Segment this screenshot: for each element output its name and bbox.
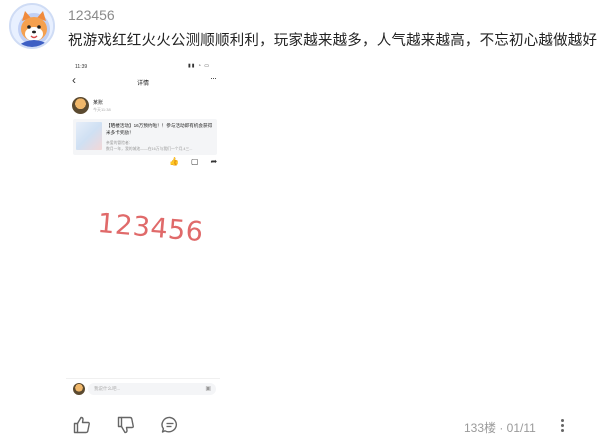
screenshot-actions: 👍 ▢ ➦ — [169, 158, 217, 166]
screenshot-input-placeholder: 我说什么吧... — [94, 386, 121, 391]
more-vertical-icon[interactable] — [557, 415, 567, 435]
screenshot-status-icons: ▮▮ ◔ ▭ — [187, 63, 210, 69]
dislike-button[interactable] — [115, 414, 137, 436]
kebab-dot — [560, 423, 564, 427]
screenshot-image-icon: ▣ — [205, 386, 211, 392]
like-button[interactable] — [71, 414, 93, 436]
kebab-dot — [560, 428, 564, 432]
attached-screenshot[interactable]: 11:39 ▮▮ ◔ ▭ ‹ 详情 ··· 某账 今天11:38 【晒楼活动】1… — [66, 58, 220, 398]
post-text: 祝游戏红红火火公测顺顺利利，玩家越来越多，人气越来越高，不忘初心越做越好 — [68, 33, 598, 49]
screenshot-link-card: 【晒楼活动】16万预约啦！！参与活动即有机会获得米多卡奖励！ 亲爱的冒险者： 数… — [73, 119, 217, 155]
screenshot-author-avatar — [72, 97, 89, 114]
screenshot-share-icon: ➦ — [210, 157, 218, 166]
comment-icon — [161, 416, 178, 433]
screenshot-input-bar: 我说什么吧... ▣ — [66, 378, 220, 398]
screenshot-input: 我说什么吧... ▣ — [88, 383, 216, 395]
floor-label: 133楼 · 01/11 — [464, 421, 536, 435]
screenshot-comment-icon: ▢ — [190, 157, 199, 166]
screenshot-card-title: 【晒楼活动】16万预约啦！！参与活动即有机会获得米多卡奖励！ — [106, 123, 213, 135]
screenshot-card-thumbnail — [76, 122, 102, 150]
thumbs-up-icon — [73, 416, 90, 434]
screenshot-watermark: 123456 — [96, 208, 205, 249]
screenshot-author-name: 某账 — [93, 100, 104, 106]
screenshot-title: 详情 — [136, 81, 149, 87]
comment-button[interactable] — [159, 414, 181, 436]
screenshot-like-icon: 👍 — [169, 157, 179, 166]
screenshot-more-icon: ··· — [210, 73, 217, 83]
screenshot-status-time: 11:39 — [75, 64, 88, 70]
screenshot-card-line2: 数月一年，我的城池——在16万与我们一个月,4三... — [106, 147, 193, 151]
screenshot-author-time: 今天11:38 — [93, 107, 111, 112]
username[interactable]: 123456 — [68, 7, 115, 23]
kebab-dot — [560, 418, 564, 422]
shiba-avatar-icon — [11, 5, 53, 47]
screenshot-input-avatar — [73, 383, 85, 395]
thumbs-down-icon — [117, 416, 134, 434]
user-avatar[interactable] — [9, 3, 55, 49]
